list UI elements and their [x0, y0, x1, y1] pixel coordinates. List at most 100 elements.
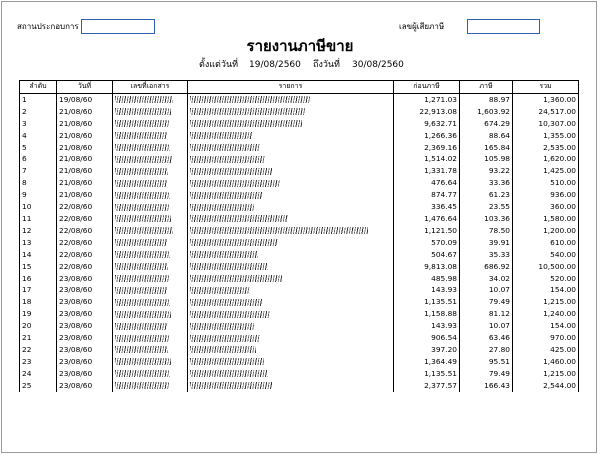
table-row: 19 23/08/60 1,158.88 81.12 1,240.00	[19, 308, 579, 321]
row-date: 22/08/60	[56, 260, 113, 273]
row-desc	[187, 296, 394, 309]
redacted-text	[190, 310, 270, 318]
redacted-text	[115, 310, 171, 318]
row-no: 3	[19, 117, 57, 130]
row-doc	[112, 284, 188, 297]
row-desc	[187, 153, 394, 166]
row-desc	[187, 355, 394, 368]
row-no: 4	[19, 129, 57, 142]
row-doc	[112, 343, 188, 356]
row-total: 154.00	[512, 284, 579, 297]
row-no: 10	[19, 201, 57, 213]
row-doc	[112, 105, 188, 118]
row-before-tax: 1,271.03	[393, 93, 460, 106]
row-date: 23/08/60	[56, 355, 113, 368]
redacted-text	[115, 251, 170, 259]
row-doc	[112, 248, 188, 261]
table-row: 23 23/08/60 1,364.49 95.51 1,460.00	[19, 355, 579, 368]
row-before-tax: 1,476.64	[393, 212, 460, 225]
redacted-text	[190, 286, 250, 294]
redacted-text	[190, 179, 280, 187]
row-total: 1,240.00	[512, 308, 579, 321]
col-header-vat: ภาษี	[459, 80, 513, 94]
row-doc	[112, 141, 188, 154]
row-vat: 79.49	[459, 367, 513, 380]
redacted-text	[190, 96, 310, 104]
row-date: 21/08/60	[56, 165, 113, 178]
row-no: 22	[19, 343, 57, 356]
company-input[interactable]	[81, 19, 155, 34]
taxid-input[interactable]	[467, 19, 540, 34]
row-vat: 81.12	[459, 308, 513, 321]
row-no: 15	[19, 260, 57, 273]
row-before-tax: 1,266.36	[393, 129, 460, 142]
row-before-tax: 397.20	[393, 343, 460, 356]
row-total: 520.00	[512, 272, 579, 285]
col-header-doc: เลขที่เอกสาร	[112, 80, 188, 94]
row-doc	[112, 93, 188, 106]
redacted-text	[190, 167, 272, 175]
row-no: 11	[19, 212, 57, 225]
row-no: 6	[19, 153, 57, 166]
row-before-tax: 2,369.16	[393, 141, 460, 154]
row-date: 23/08/60	[56, 272, 113, 285]
row-total: 154.00	[512, 320, 579, 333]
row-desc	[187, 141, 394, 154]
row-doc	[112, 320, 188, 333]
row-total: 360.00	[512, 201, 579, 213]
row-vat: 63.46	[459, 332, 513, 344]
table-row: 15 22/08/60 9,813.08 686.92 10,500.00	[19, 260, 579, 273]
row-doc	[112, 117, 188, 130]
row-date: 23/08/60	[56, 379, 113, 392]
row-total: 510.00	[512, 177, 579, 190]
row-total: 24,517.00	[512, 105, 579, 118]
row-date: 22/08/60	[56, 224, 113, 237]
row-date: 23/08/60	[56, 367, 113, 380]
redacted-text	[190, 120, 302, 128]
redacted-text	[115, 167, 168, 175]
row-before-tax: 1,331.78	[393, 165, 460, 178]
row-doc	[112, 272, 188, 285]
row-before-tax: 1,514.02	[393, 153, 460, 166]
table-row: 9 21/08/60 874.77 61.23 936.00	[19, 189, 579, 202]
row-total: 540.00	[512, 248, 579, 261]
row-total: 1,620.00	[512, 153, 579, 166]
redacted-text	[190, 132, 252, 140]
redacted-text	[190, 203, 254, 211]
row-vat: 686.92	[459, 260, 513, 273]
row-doc	[112, 379, 188, 392]
table-row: 16 23/08/60 485.98 34.02 520.00	[19, 272, 579, 285]
redacted-text	[115, 382, 169, 390]
row-no: 24	[19, 367, 57, 380]
redacted-text	[190, 215, 288, 223]
row-no: 21	[19, 332, 57, 344]
row-before-tax: 1,135.51	[393, 367, 460, 380]
row-date: 23/08/60	[56, 296, 113, 309]
row-desc	[187, 272, 394, 285]
row-no: 19	[19, 308, 57, 321]
row-desc	[187, 379, 394, 392]
redacted-text	[190, 358, 264, 366]
row-before-tax: 22,913.08	[393, 105, 460, 118]
row-before-tax: 476.64	[393, 177, 460, 190]
redacted-text	[190, 144, 260, 152]
row-date: 23/08/60	[56, 284, 113, 297]
row-no: 14	[19, 248, 57, 261]
row-total: 10,500.00	[512, 260, 579, 273]
row-before-tax: 143.93	[393, 320, 460, 333]
row-desc	[187, 177, 394, 190]
row-date: 21/08/60	[56, 189, 113, 202]
table-row: 1 19/08/60 1,271.03 88.97 1,360.00	[19, 93, 579, 106]
row-vat: 34.02	[459, 272, 513, 285]
redacted-text	[190, 191, 262, 199]
row-doc	[112, 224, 188, 237]
row-total: 1,200.00	[512, 224, 579, 237]
row-desc	[187, 105, 394, 118]
row-before-tax: 906.54	[393, 332, 460, 344]
row-total: 2,535.00	[512, 141, 579, 154]
row-desc	[187, 212, 394, 225]
redacted-text	[115, 120, 169, 128]
row-before-tax: 9,813.08	[393, 260, 460, 273]
row-desc	[187, 224, 394, 237]
table-row: 24 23/08/60 1,135.51 79.49 1,215.00	[19, 367, 579, 380]
